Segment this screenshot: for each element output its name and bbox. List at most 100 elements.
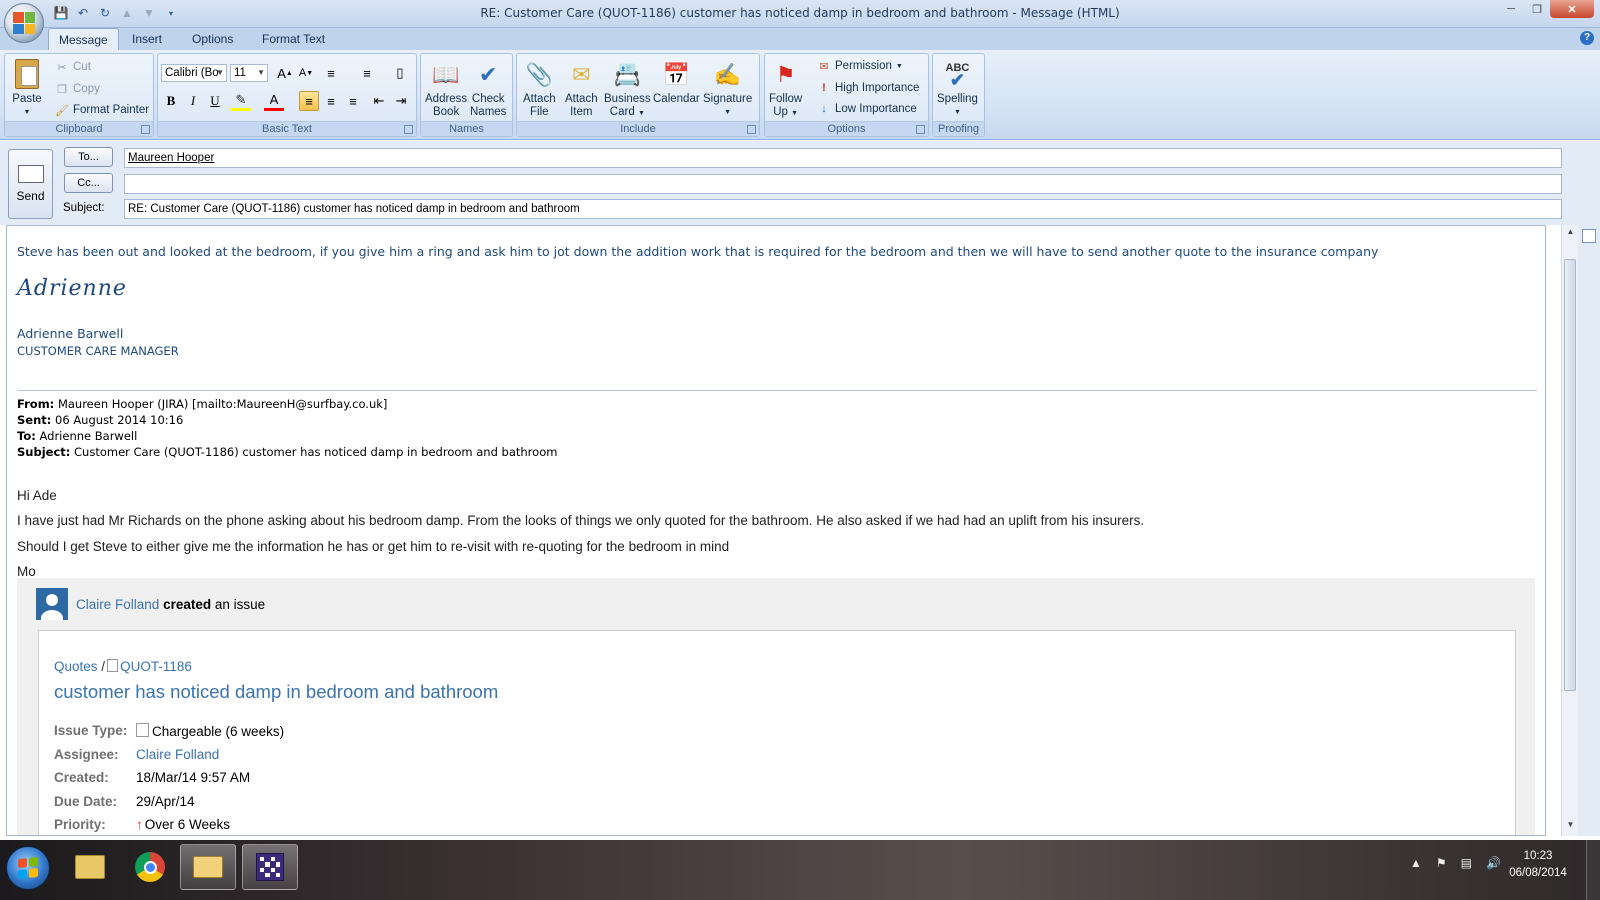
calendar-icon: 📅 [662,61,691,87]
font-color-icon[interactable]: A [264,91,284,111]
breadcrumb-separator: / [101,659,106,674]
signature-button[interactable]: ✍ Signature ▼ [703,58,752,119]
field-value-assignee[interactable]: Claire Folland [136,747,219,762]
address-book-label-2: Book [432,106,460,118]
follow-up-button[interactable]: ⚑ Follow Up ▼ [769,58,802,120]
send-envelope-icon [17,165,44,183]
underline-icon[interactable]: U [205,91,225,111]
field-value-due-date: 29/Apr/14 [136,794,195,809]
include-launcher-icon[interactable] [747,125,756,134]
group-label-proofing: Proofing [933,121,984,136]
scroll-up-icon[interactable]: ▲ [1562,227,1579,241]
high-importance-button[interactable]: ! High Importance [817,79,919,97]
ribbon: Paste ▼ ✂ Cut ❐ Copy 🖌 Format Painter Cl… [0,50,1600,140]
italic-icon[interactable]: I [183,91,203,111]
to-recipient[interactable]: Maureen Hooper [128,152,214,164]
to-field[interactable]: Maureen Hooper [124,148,1562,168]
paste-button[interactable]: Paste ▼ [11,58,43,119]
action-center-flag-icon[interactable]: ⚑ [1436,856,1447,870]
spelling-button[interactable]: ABC ✔ Spelling ▼ [937,58,978,119]
view-ruler-icon[interactable] [1582,229,1596,243]
font-name-combo[interactable]: Calibri (Bo ▼ [161,64,227,82]
check-names-button[interactable]: ✔ Check Names [470,58,506,119]
permission-button[interactable]: ✉ Permission ▼ [817,57,902,75]
system-clock[interactable]: 10:23 06/08/2014 [1500,848,1576,882]
cc-field[interactable] [124,174,1562,194]
attach-item-button[interactable]: ✉ Attach Item [565,58,598,119]
project-link[interactable]: Quotes [54,659,98,674]
clear-formatting-icon[interactable]: ▯ [390,63,410,83]
align-right-icon[interactable]: ≡ [343,91,363,111]
scroll-down-icon[interactable]: ▼ [1562,820,1579,834]
issue-key-link[interactable]: QUOT-1186 [120,659,192,674]
scrollbar-thumb[interactable] [1564,259,1576,691]
tab-options[interactable]: Options [182,28,243,50]
start-button[interactable] [6,846,50,890]
permission-label: Permission [835,60,892,72]
tab-format-text[interactable]: Format Text [252,28,335,50]
actor-link[interactable]: Claire Folland [76,597,159,612]
taskbar: ▲ ⚑ ▤ 🔊 10:23 06/08/2014 [0,840,1600,900]
align-center-icon[interactable]: ≡ [321,91,341,111]
to-button[interactable]: To... [64,147,113,167]
group-basic-text: Calibri (Bo ▼ 11 ▼ A ▲ A ▼ ≡ ≡ ▯ B I U ✎ A ≡… [157,53,417,137]
business-card-button[interactable]: 📇 Business Card ▼ [604,58,651,120]
tab-insert[interactable]: Insert [122,28,172,50]
grow-font-icon[interactable]: A ▲ [275,63,295,83]
align-left-icon[interactable]: ≡ [299,91,319,111]
signature-name: Adrienne Barwell [17,326,124,341]
copy-label: Copy [73,83,100,95]
subject-field[interactable]: RE: Customer Care (QUOT-1186) customer h… [124,199,1562,219]
basic-text-launcher-icon[interactable] [404,125,413,134]
red-flag-icon: ⚑ [775,61,796,87]
chrome-taskbar-icon[interactable] [122,844,178,890]
reply-text: Steve has been out and looked at the bed… [17,244,1379,259]
help-icon[interactable]: ? [1580,31,1594,45]
highlight-icon[interactable]: ✎ [231,91,251,111]
network-icon[interactable]: ▤ [1461,856,1472,870]
issue-card: Quotes / QUOT-1186 customer has noticed d… [38,630,1516,835]
cut-button[interactable]: ✂ Cut [55,58,91,76]
tab-message[interactable]: Message [48,28,119,50]
group-label-options: Options [765,121,928,136]
user-avatar-icon [36,588,68,620]
low-importance-button[interactable]: ↓ Low Importance [817,100,917,118]
cc-button[interactable]: Cc... [64,173,113,193]
explorer-taskbar-icon[interactable] [62,844,118,890]
options-launcher-icon[interactable] [916,125,925,134]
outlook-taskbar-icon[interactable] [180,844,236,890]
volume-icon[interactable]: 🔊 [1486,856,1501,870]
font-size-combo[interactable]: 11 ▼ [230,64,268,82]
office-logo-icon [13,12,35,34]
office-button[interactable] [4,3,44,43]
field-value-priority: ↑ Over 6 Weeks [136,817,231,832]
close-button[interactable]: ✕ [1550,0,1594,18]
show-desktop-button[interactable] [1586,840,1600,900]
attach-file-button[interactable]: 📎 Attach File [523,58,556,119]
numbering-icon[interactable]: ≡ [357,63,377,83]
issue-title-link[interactable]: customer has noticed damp in bedroom and… [54,681,498,703]
calendar-button[interactable]: 📅 Calendar [653,58,700,106]
calendar-label: Calendar [653,93,700,105]
clipboard-launcher-icon[interactable] [141,125,150,134]
address-book-button[interactable]: 📖 Address Book [425,58,467,119]
group-proofing: ABC ✔ Spelling ▼ Proofing [932,53,985,137]
clipboard-icon [11,58,43,90]
decrease-indent-icon[interactable]: ⇤ [369,91,389,111]
minimize-button[interactable]: ─ [1498,0,1524,18]
vertical-scrollbar[interactable]: ▲ ▼ [1561,225,1578,836]
bold-icon[interactable]: B [161,91,181,111]
message-body[interactable]: Steve has been out and looked at the bed… [6,225,1546,836]
low-importance-label: Low Importance [835,103,917,115]
maximize-button[interactable]: ❐ [1524,0,1550,18]
show-hidden-icons-icon[interactable]: ▲ [1410,856,1422,870]
shrink-font-icon[interactable]: A ▼ [296,63,316,83]
app-taskbar-icon[interactable] [242,844,298,890]
copy-button[interactable]: ❐ Copy [55,80,100,98]
bullets-icon[interactable]: ≡ [321,63,341,83]
send-button[interactable]: Send [8,149,53,219]
attach-item-label-2: Item [570,106,593,118]
field-value-created: 18/Mar/14 9:57 AM [136,770,251,785]
increase-indent-icon[interactable]: ⇥ [391,91,411,111]
format-painter-button[interactable]: 🖌 Format Painter [55,101,149,119]
